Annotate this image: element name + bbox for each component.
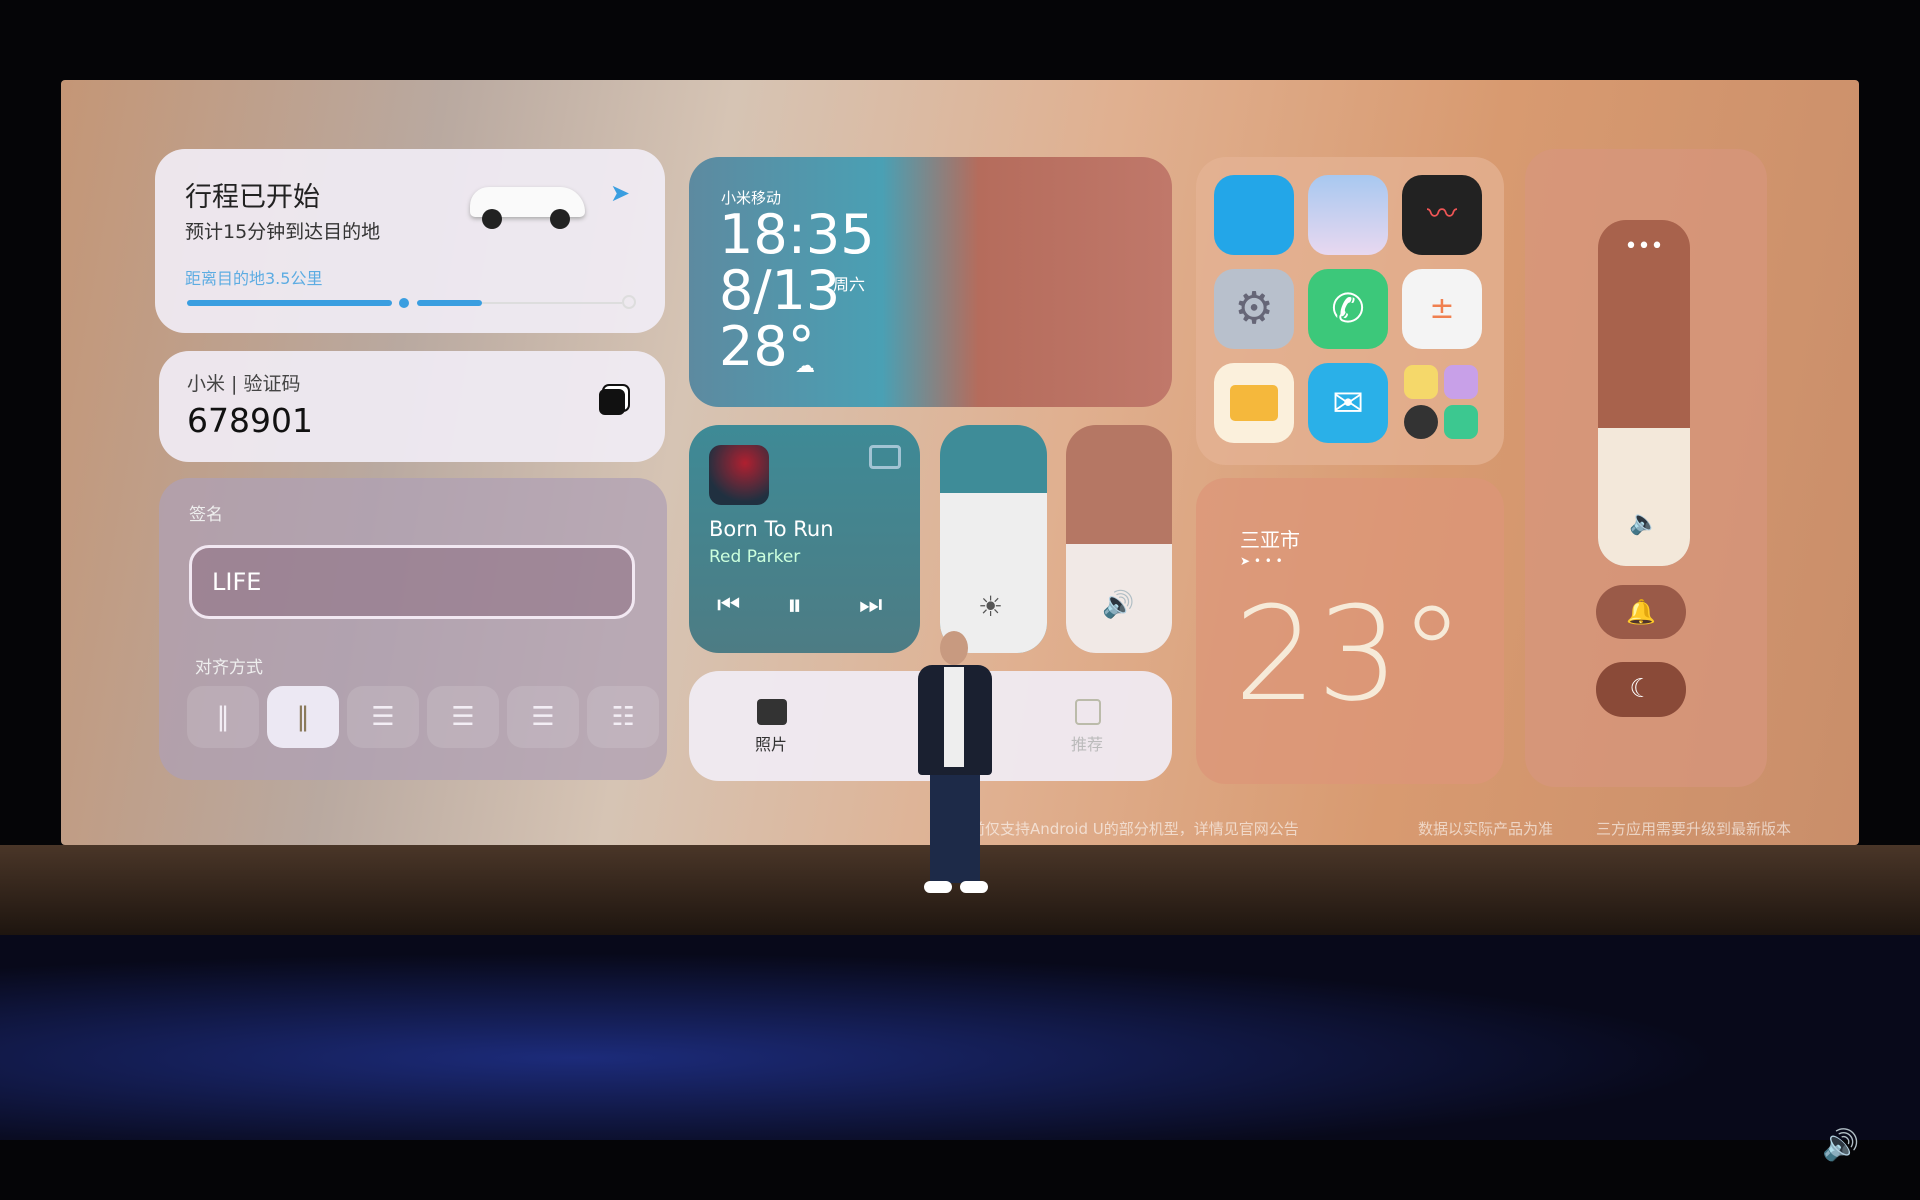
cloud-icon: ☁ (795, 353, 815, 377)
song-title: Born To Run (709, 517, 834, 541)
clock-date: 8/13 (719, 259, 841, 322)
signature-card: 签名 LIFE 对齐方式 ‖ ‖ ☰ ☰ ☰ ☷ (159, 478, 667, 780)
browser-app-icon[interactable] (1214, 175, 1294, 255)
files-app-icon[interactable] (1214, 363, 1294, 443)
copy-icon[interactable] (599, 389, 625, 415)
mail-app-icon[interactable]: ✉ (1308, 363, 1388, 443)
car-icon (460, 179, 590, 234)
music-card[interactable]: Born To Run Red Parker ⏮ ⏸ ⏭ (689, 425, 920, 653)
signature-input[interactable]: LIFE (189, 545, 635, 619)
volume-slider[interactable]: 🔊 (1066, 425, 1172, 653)
trip-position-dot (399, 298, 409, 308)
code-value: 678901 (187, 401, 313, 440)
align-vertical-left-button[interactable]: ‖ (187, 686, 259, 748)
trip-distance: 距离目的地3.5公里 (185, 269, 323, 288)
align-right-button[interactable]: ☰ (507, 686, 579, 748)
clock-time: 18:35 (719, 203, 875, 266)
phone-app-icon[interactable]: ✆ (1308, 269, 1388, 349)
audience (0, 935, 1920, 1140)
recorder-app-icon[interactable]: 〰 (1402, 175, 1482, 255)
more-icon[interactable]: ••• (1598, 234, 1690, 259)
ringer-slider[interactable]: ••• 🔈 (1598, 220, 1690, 566)
weather-temp: 23° (1234, 578, 1465, 730)
trip-progress-done (187, 300, 392, 306)
navigation-icon: ➤ (610, 179, 631, 207)
weather-city: 三亚市 (1240, 528, 1300, 552)
trip-subtitle: 预计15分钟到达目的地 (185, 221, 381, 243)
footer-note-3: 三方应用需要升级到最新版本 (1596, 820, 1792, 838)
destination-icon (622, 295, 636, 309)
ringer-fill (1598, 427, 1690, 566)
calculator-app-icon[interactable]: ± (1402, 269, 1482, 349)
signature-label: 签名 (189, 505, 223, 525)
speaker-icon: 🔈 (1629, 508, 1659, 536)
align-left-button[interactable]: ☰ (347, 686, 419, 748)
previous-icon[interactable]: ⏮ (717, 590, 740, 621)
trip-card[interactable]: 行程已开始 预计15分钟到达目的地 ➤ 距离目的地3.5公里 (155, 149, 665, 333)
video-volume-icon[interactable]: 🔊 (1822, 1128, 1859, 1163)
align-label: 对齐方式 (195, 658, 263, 678)
next-icon[interactable]: ⏭ (859, 590, 882, 621)
code-source: 小米 | 验证码 (187, 373, 301, 395)
presenter (912, 631, 998, 895)
cast-icon[interactable] (869, 445, 901, 469)
brightness-fill (940, 493, 1047, 653)
sound-panel: ••• 🔈 🔔 ☾ (1525, 149, 1767, 787)
footer-note-1: 前仅支持Android U的部分机型，详情见官网公告 (970, 820, 1299, 838)
shortcut-recommend[interactable]: 推荐 (1071, 731, 1103, 755)
settings-app-icon[interactable]: ⚙ (1214, 269, 1294, 349)
trip-title: 行程已开始 (185, 182, 320, 213)
verification-code-card[interactable]: 小米 | 验证码 678901 (159, 351, 665, 462)
clock-weekday: 周六 (833, 275, 866, 294)
footer-note-2: 数据以实际产品为准 (1418, 820, 1554, 838)
location-icon: ➤ • • • (1240, 554, 1283, 568)
brightness-slider[interactable]: ☀ (940, 425, 1047, 653)
moon-icon[interactable]: ☾ (1596, 662, 1686, 717)
weather-card[interactable]: 三亚市 ➤ • • • 23° (1196, 478, 1504, 784)
clock-weather-card[interactable]: 小米移动 18:35 8/13 周六 28° ☁ (689, 157, 1172, 407)
bell-icon[interactable]: 🔔 (1596, 585, 1686, 639)
shortcut-photos[interactable]: 照片 (755, 731, 787, 755)
volume-icon: 🔊 (1102, 590, 1135, 620)
song-artist: Red Parker (709, 547, 801, 567)
align-justify-button[interactable]: ☷ (587, 686, 659, 748)
trip-progress-segment (417, 300, 482, 306)
app-grid: 〰 ⚙ ✆ ± ✉ (1196, 157, 1504, 465)
album-art (709, 445, 769, 505)
trip-progress-remaining (482, 302, 622, 304)
brightness-icon: ☀ (978, 590, 1004, 623)
app-folder-icon[interactable] (1402, 363, 1482, 443)
align-center-button[interactable]: ☰ (427, 686, 499, 748)
recommend-icon[interactable] (1075, 699, 1101, 725)
align-vertical-right-button[interactable]: ‖ (267, 686, 339, 748)
gallery-app-icon[interactable] (1308, 175, 1388, 255)
photos-icon[interactable] (757, 699, 787, 725)
pause-icon[interactable]: ⏸ (787, 588, 802, 623)
